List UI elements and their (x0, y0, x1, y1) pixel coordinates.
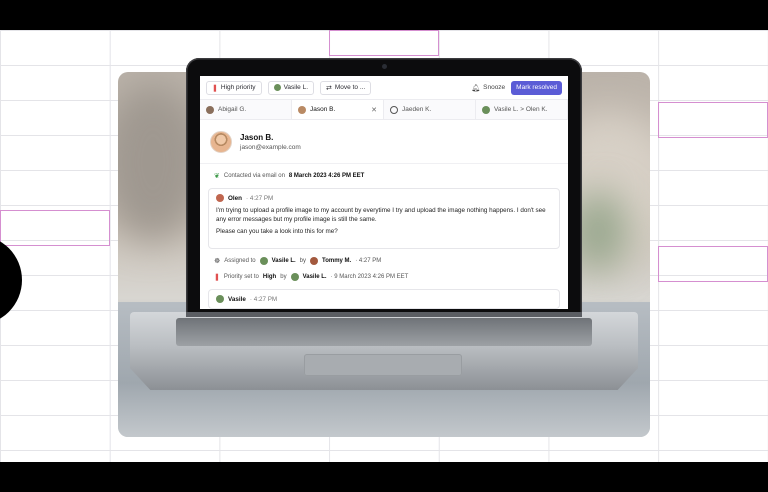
user-icon (390, 105, 398, 114)
event-date: 8 March 2023 4:26 PM EET (288, 173, 365, 179)
event-assigner: Tommy M. (322, 258, 352, 264)
priority-chip-label: High priority (220, 84, 256, 91)
avatar (290, 273, 299, 281)
decorative-shape (0, 235, 22, 325)
conversation-toolbar: ❚ High priority Vasile L. ⇄ Move to ... … (200, 76, 568, 100)
tab-label: Jaeden K. (402, 106, 432, 113)
assign-icon: ☸ (214, 258, 221, 265)
tab-label: Jason B. (310, 106, 336, 113)
laptop-screen: ❚ High priority Vasile L. ⇄ Move to ... … (200, 76, 568, 309)
event-time: · 9 March 2023 4:26 PM EET (330, 274, 409, 280)
event-text: by (299, 258, 306, 264)
event-assignee: Vasile L. (271, 258, 296, 264)
avatar (259, 257, 268, 265)
message-paragraph: Please can you take a look into this for… (216, 228, 338, 235)
message-card: Vasile · 4:27 PM (208, 289, 560, 309)
tab-label: Abigail G. (218, 106, 247, 113)
snooze-button[interactable]: 🔔︎ Snooze (471, 84, 505, 92)
contact-name: Jason B. (240, 132, 274, 142)
contact-header: Jason B. jason@example.com (200, 120, 568, 164)
tab-jason[interactable]: Jason B. ✕ (292, 100, 384, 119)
message-paragraph: I'm trying to upload a profile image to … (216, 207, 546, 223)
move-icon: ⇄ (326, 84, 332, 92)
message-header: Vasile · 4:27 PM (216, 295, 552, 303)
contact-email: jason@example.com (240, 143, 301, 151)
close-icon[interactable]: ✕ (371, 106, 377, 114)
priority-flag-icon: ❚ (214, 274, 220, 281)
priority-flag-icon: ❚ (212, 84, 218, 92)
highlight-cell (658, 102, 768, 138)
assigned-event: ☸ Assigned to Vasile L. by Tommy M. · 4:… (200, 253, 568, 269)
mark-resolved-button[interactable]: Mark resolved (511, 80, 562, 95)
laptop-lid: ❚ High priority Vasile L. ⇄ Move to ... … (186, 58, 582, 315)
avatar (216, 295, 224, 303)
message-card: Olen · 4:27 PM I'm trying to upload a pr… (208, 188, 560, 249)
move-to-chip[interactable]: ⇄ Move to ... (320, 80, 372, 95)
event-text: Priority set to (223, 274, 259, 280)
priority-chip[interactable]: ❚ High priority (206, 80, 262, 95)
tab-vasile-olen[interactable]: Vasile L. > Olen K. (476, 100, 568, 119)
avatar (206, 105, 214, 114)
conversation-tabs: Abigail G. Jason B. ✕ Jaeden K. Vasile L… (200, 100, 568, 120)
event-text: Contacted via email on (223, 173, 285, 179)
bell-icon: 🔔︎ (471, 84, 481, 92)
message-header: Olen · 4:27 PM (216, 194, 552, 202)
highlight-cell (658, 246, 768, 282)
event-time: · 4:27 PM (355, 258, 382, 264)
laptop-touchpad (304, 354, 462, 376)
assignee-avatar (273, 84, 281, 91)
tab-jaeden[interactable]: Jaeden K. (384, 100, 476, 119)
avatar (216, 194, 224, 202)
message-author: Vasile (228, 295, 246, 303)
priority-event: ❚ Priority set to High by Vasile L. · 9 … (200, 269, 568, 285)
event-setter: Vasile L. (302, 274, 327, 280)
event-priority: High (262, 274, 277, 280)
assignee-chip-label: Vasile L. (283, 84, 309, 91)
event-text: Assigned to (224, 258, 256, 264)
message-time: · 4:27 PM (249, 295, 278, 303)
move-to-label: Move to ... (334, 84, 366, 91)
snooze-label: Snooze (483, 84, 506, 91)
event-text: by (280, 274, 287, 280)
assignee-chip[interactable]: Vasile L. (267, 80, 315, 95)
avatar (310, 257, 318, 265)
tab-abigail[interactable]: Abigail G. (200, 100, 292, 119)
avatar (210, 130, 232, 153)
message-author: Olen (228, 194, 242, 202)
laptop-keyboard (176, 318, 592, 346)
camera-icon (382, 64, 387, 69)
message-time: · 4:27 PM (246, 194, 274, 202)
message-body: I'm trying to upload a profile image to … (216, 207, 552, 237)
avatar (298, 105, 306, 114)
avatar (482, 105, 490, 114)
contacted-event: ❦ Contacted via email on 8 March 2023 4:… (200, 168, 568, 184)
highlight-cell (0, 210, 110, 246)
tab-label: Vasile L. > Olen K. (494, 106, 548, 113)
sprout-icon: ❦ (214, 173, 220, 180)
laptop-hinge (186, 312, 582, 317)
highlight-cell (329, 30, 439, 56)
